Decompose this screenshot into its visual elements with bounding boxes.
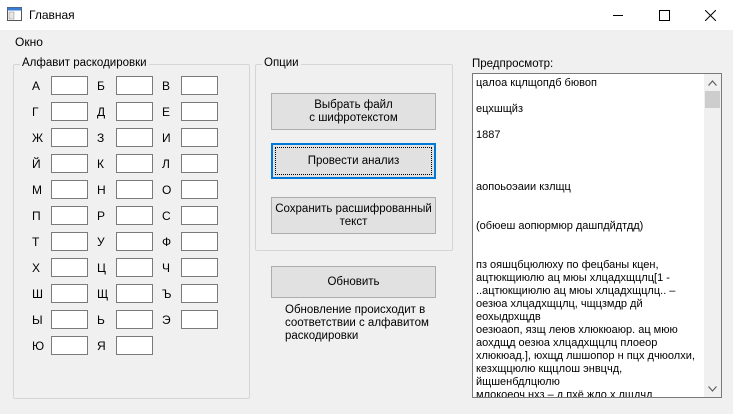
alphabet-mapping-input[interactable] — [116, 154, 153, 173]
alphabet-mapping-input[interactable] — [181, 258, 218, 277]
alphabet-letter-label: П — [32, 209, 41, 223]
close-icon — [704, 9, 716, 21]
alphabet-letter-label: Ъ — [162, 287, 172, 301]
save-decrypted-button[interactable]: Сохранить расшифрованный текст — [271, 197, 436, 234]
alphabet-mapping-input[interactable] — [51, 258, 88, 277]
alphabet-mapping-input[interactable] — [116, 206, 153, 225]
alphabet-letter-label: М — [32, 183, 42, 197]
refresh-note: Обновление происходит в соответствии с а… — [285, 304, 429, 342]
chevron-down-icon — [708, 385, 717, 392]
alphabet-letter-label: Ю — [32, 339, 45, 353]
alphabet-letter-label: Й — [32, 157, 41, 171]
alphabet-mapping-input[interactable] — [181, 76, 218, 95]
alphabet-letter-label: Е — [162, 105, 171, 119]
alphabet-group-label: Алфавит раскодировки — [20, 57, 149, 69]
menu-bar: Окно — [0, 30, 733, 54]
alphabet-letter-label: Ж — [32, 131, 44, 145]
alphabet-letter-label: Х — [32, 261, 41, 275]
alphabet-letter-label: Ф — [162, 235, 172, 249]
alphabet-mapping-input[interactable] — [51, 232, 88, 251]
alphabet-letter-label: С — [162, 209, 171, 223]
app-icon — [7, 7, 22, 21]
alphabet-letter-label: У — [97, 235, 105, 249]
alphabet-mapping-input[interactable] — [181, 128, 218, 147]
alphabet-mapping-input[interactable] — [116, 258, 153, 277]
preview-textbox[interactable]: цалоа кцлщопдб бювоп ецхшщйз 1887 аопоьо… — [472, 73, 722, 398]
alphabet-letter-label: О — [162, 183, 172, 197]
alphabet-mapping-input[interactable] — [116, 284, 153, 303]
alphabet-letter-label: Н — [97, 183, 106, 197]
preview-label: Предпросмотр: — [472, 58, 554, 70]
alphabet-letter-label: Ы — [32, 313, 43, 327]
alphabet-mapping-input[interactable] — [51, 128, 88, 147]
window-title: Главная — [29, 8, 75, 22]
alphabet-letter-label: А — [32, 79, 41, 93]
alphabet-mapping-input[interactable] — [181, 284, 218, 303]
alphabet-letter-label: В — [162, 79, 171, 93]
alphabet-mapping-input[interactable] — [116, 102, 153, 121]
alphabet-mapping-input[interactable] — [51, 154, 88, 173]
alphabet-mapping-input[interactable] — [181, 206, 218, 225]
alphabet-letter-label: Щ — [97, 287, 109, 301]
chevron-up-icon — [708, 79, 717, 86]
maximize-button[interactable] — [641, 0, 687, 30]
alphabet-letter-label: Г — [32, 105, 39, 119]
alphabet-letter-label: Ц — [97, 261, 106, 275]
preview-scrollbar[interactable] — [704, 74, 721, 397]
alphabet-letter-label: Э — [162, 313, 171, 327]
alphabet-letter-label: Б — [97, 79, 105, 93]
alphabet-mapping-input[interactable] — [181, 154, 218, 173]
alphabet-letter-label: Ш — [32, 287, 43, 301]
alphabet-letter-label: Ч — [162, 261, 170, 275]
alphabet-letter-label: К — [97, 157, 104, 171]
refresh-button[interactable]: Обновить — [271, 266, 436, 298]
scroll-up-button[interactable] — [704, 74, 721, 91]
alphabet-letter-label: И — [162, 131, 171, 145]
alphabet-mapping-input[interactable] — [51, 310, 88, 329]
options-group-label: Опции — [262, 57, 301, 69]
alphabet-mapping-input[interactable] — [116, 336, 153, 355]
alphabet-mapping-input[interactable] — [51, 76, 88, 95]
close-button[interactable] — [687, 0, 733, 30]
alphabet-letter-label: Р — [97, 209, 106, 223]
alphabet-mapping-input[interactable] — [181, 180, 218, 199]
scroll-down-button[interactable] — [704, 380, 721, 397]
alphabet-letter-label: З — [97, 131, 105, 145]
menu-item-window[interactable]: Окно — [9, 35, 49, 49]
alphabet-mapping-input[interactable] — [51, 284, 88, 303]
minimize-button[interactable] — [595, 0, 641, 30]
alphabet-letter-label: Т — [32, 235, 40, 249]
alphabet-mapping-input[interactable] — [116, 180, 153, 199]
alphabet-mapping-input[interactable] — [181, 102, 218, 121]
preview-text: цалоа кцлщопдб бювоп ецхшщйз 1887 аопоьо… — [476, 77, 695, 398]
title-bar: Главная — [0, 0, 733, 30]
alphabet-letter-label: Д — [97, 105, 106, 119]
alphabet-mapping-input[interactable] — [116, 232, 153, 251]
alphabet-mapping-input[interactable] — [51, 336, 88, 355]
choose-file-button[interactable]: Выбрать файл с шифротекстом — [271, 93, 436, 130]
alphabet-mapping-input[interactable] — [116, 76, 153, 95]
alphabet-mapping-input[interactable] — [116, 310, 153, 329]
minimize-icon — [613, 15, 623, 16]
alphabet-letter-label: Ь — [97, 313, 105, 327]
alphabet-mapping-input[interactable] — [181, 310, 218, 329]
alphabet-mapping-input[interactable] — [116, 128, 153, 147]
alphabet-mapping-input[interactable] — [51, 180, 88, 199]
maximize-icon — [658, 9, 670, 21]
scroll-thumb[interactable] — [705, 91, 720, 108]
alphabet-mapping-input[interactable] — [51, 102, 88, 121]
alphabet-mapping-input[interactable] — [181, 232, 218, 251]
alphabet-mapping-input[interactable] — [51, 206, 88, 225]
analyze-button[interactable]: Провести анализ — [271, 143, 436, 179]
alphabet-letter-label: Л — [162, 157, 170, 171]
alphabet-letter-label: Я — [97, 339, 106, 353]
